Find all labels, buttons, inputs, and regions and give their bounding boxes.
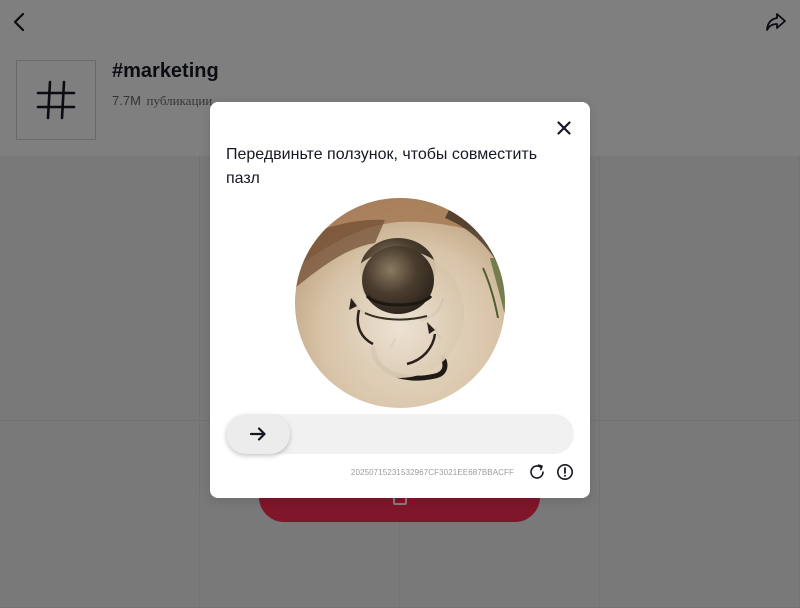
- close-icon: [557, 121, 571, 135]
- puzzle-picture: [295, 198, 505, 408]
- captcha-instruction: Передвиньте ползунок, чтобы совместить п…: [226, 146, 538, 187]
- arrow-right-icon: [249, 427, 266, 441]
- report-button[interactable]: [556, 463, 574, 481]
- slider-handle[interactable]: [226, 414, 290, 454]
- close-button[interactable]: [554, 118, 574, 138]
- refresh-icon: [530, 464, 544, 479]
- captcha-request-id: 20250715231532967CF3021EE687BBACFF: [350, 467, 514, 477]
- puzzle-image: [295, 198, 505, 408]
- captcha-footer: 20250715231532967CF3021EE687BBACFF: [226, 462, 574, 482]
- refresh-button[interactable]: [528, 463, 546, 481]
- exclamation-circle-icon: [557, 464, 573, 480]
- slider-track[interactable]: [226, 414, 574, 454]
- captcha-dialog: Передвиньте ползунок, чтобы совместить п…: [210, 102, 590, 498]
